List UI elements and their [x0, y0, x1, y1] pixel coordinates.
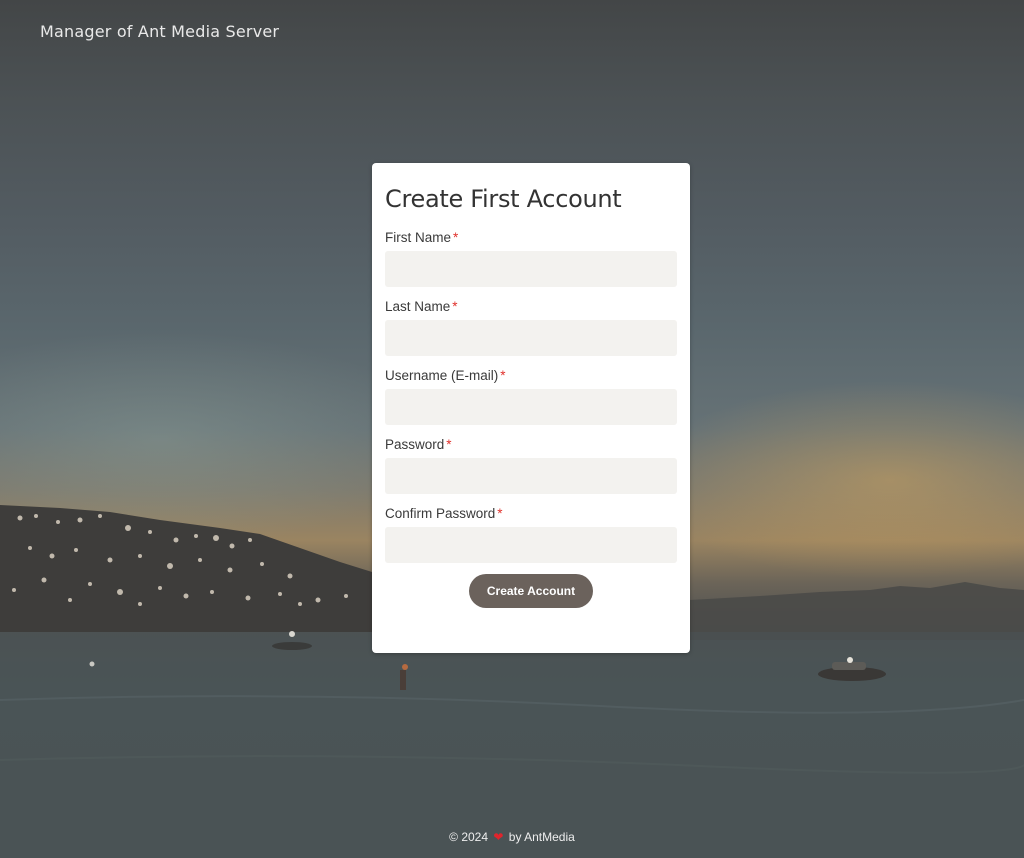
last-name-label: Last Name *: [385, 298, 677, 315]
confirm-password-label-text: Confirm Password: [385, 506, 496, 521]
password-group: Password *: [385, 436, 677, 494]
copyright-text: © 2024: [449, 830, 489, 844]
required-marker: *: [446, 437, 452, 452]
username-group: Username (E-mail) *: [385, 367, 677, 425]
username-email-input[interactable]: [385, 389, 677, 425]
password-label: Password *: [385, 436, 677, 453]
first-name-group: First Name *: [385, 229, 677, 287]
confirm-password-input[interactable]: [385, 527, 677, 563]
create-account-card: Create First Account First Name * Last Na…: [372, 163, 690, 653]
form-title: Create First Account: [385, 185, 622, 213]
first-name-label-text: First Name: [385, 230, 452, 245]
required-marker: *: [452, 299, 458, 314]
first-name-label: First Name *: [385, 229, 677, 246]
byline-text: by AntMedia: [508, 830, 575, 844]
footer: © 2024 ❤ by AntMedia: [0, 830, 1024, 844]
site-title: Manager of Ant Media Server: [40, 22, 280, 41]
required-marker: *: [453, 230, 459, 245]
confirm-password-group: Confirm Password *: [385, 505, 677, 563]
first-name-input[interactable]: [385, 251, 677, 287]
create-account-button[interactable]: Create Account: [469, 574, 593, 608]
last-name-label-text: Last Name: [385, 299, 451, 314]
required-marker: *: [500, 368, 506, 383]
form-actions: Create Account: [385, 574, 677, 608]
heart-icon: ❤: [493, 830, 504, 844]
username-label: Username (E-mail) *: [385, 367, 677, 384]
password-input[interactable]: [385, 458, 677, 494]
username-label-text: Username (E-mail): [385, 368, 499, 383]
required-marker: *: [497, 506, 503, 521]
last-name-input[interactable]: [385, 320, 677, 356]
password-label-text: Password: [385, 437, 445, 452]
confirm-password-label: Confirm Password *: [385, 505, 677, 522]
last-name-group: Last Name *: [385, 298, 677, 356]
